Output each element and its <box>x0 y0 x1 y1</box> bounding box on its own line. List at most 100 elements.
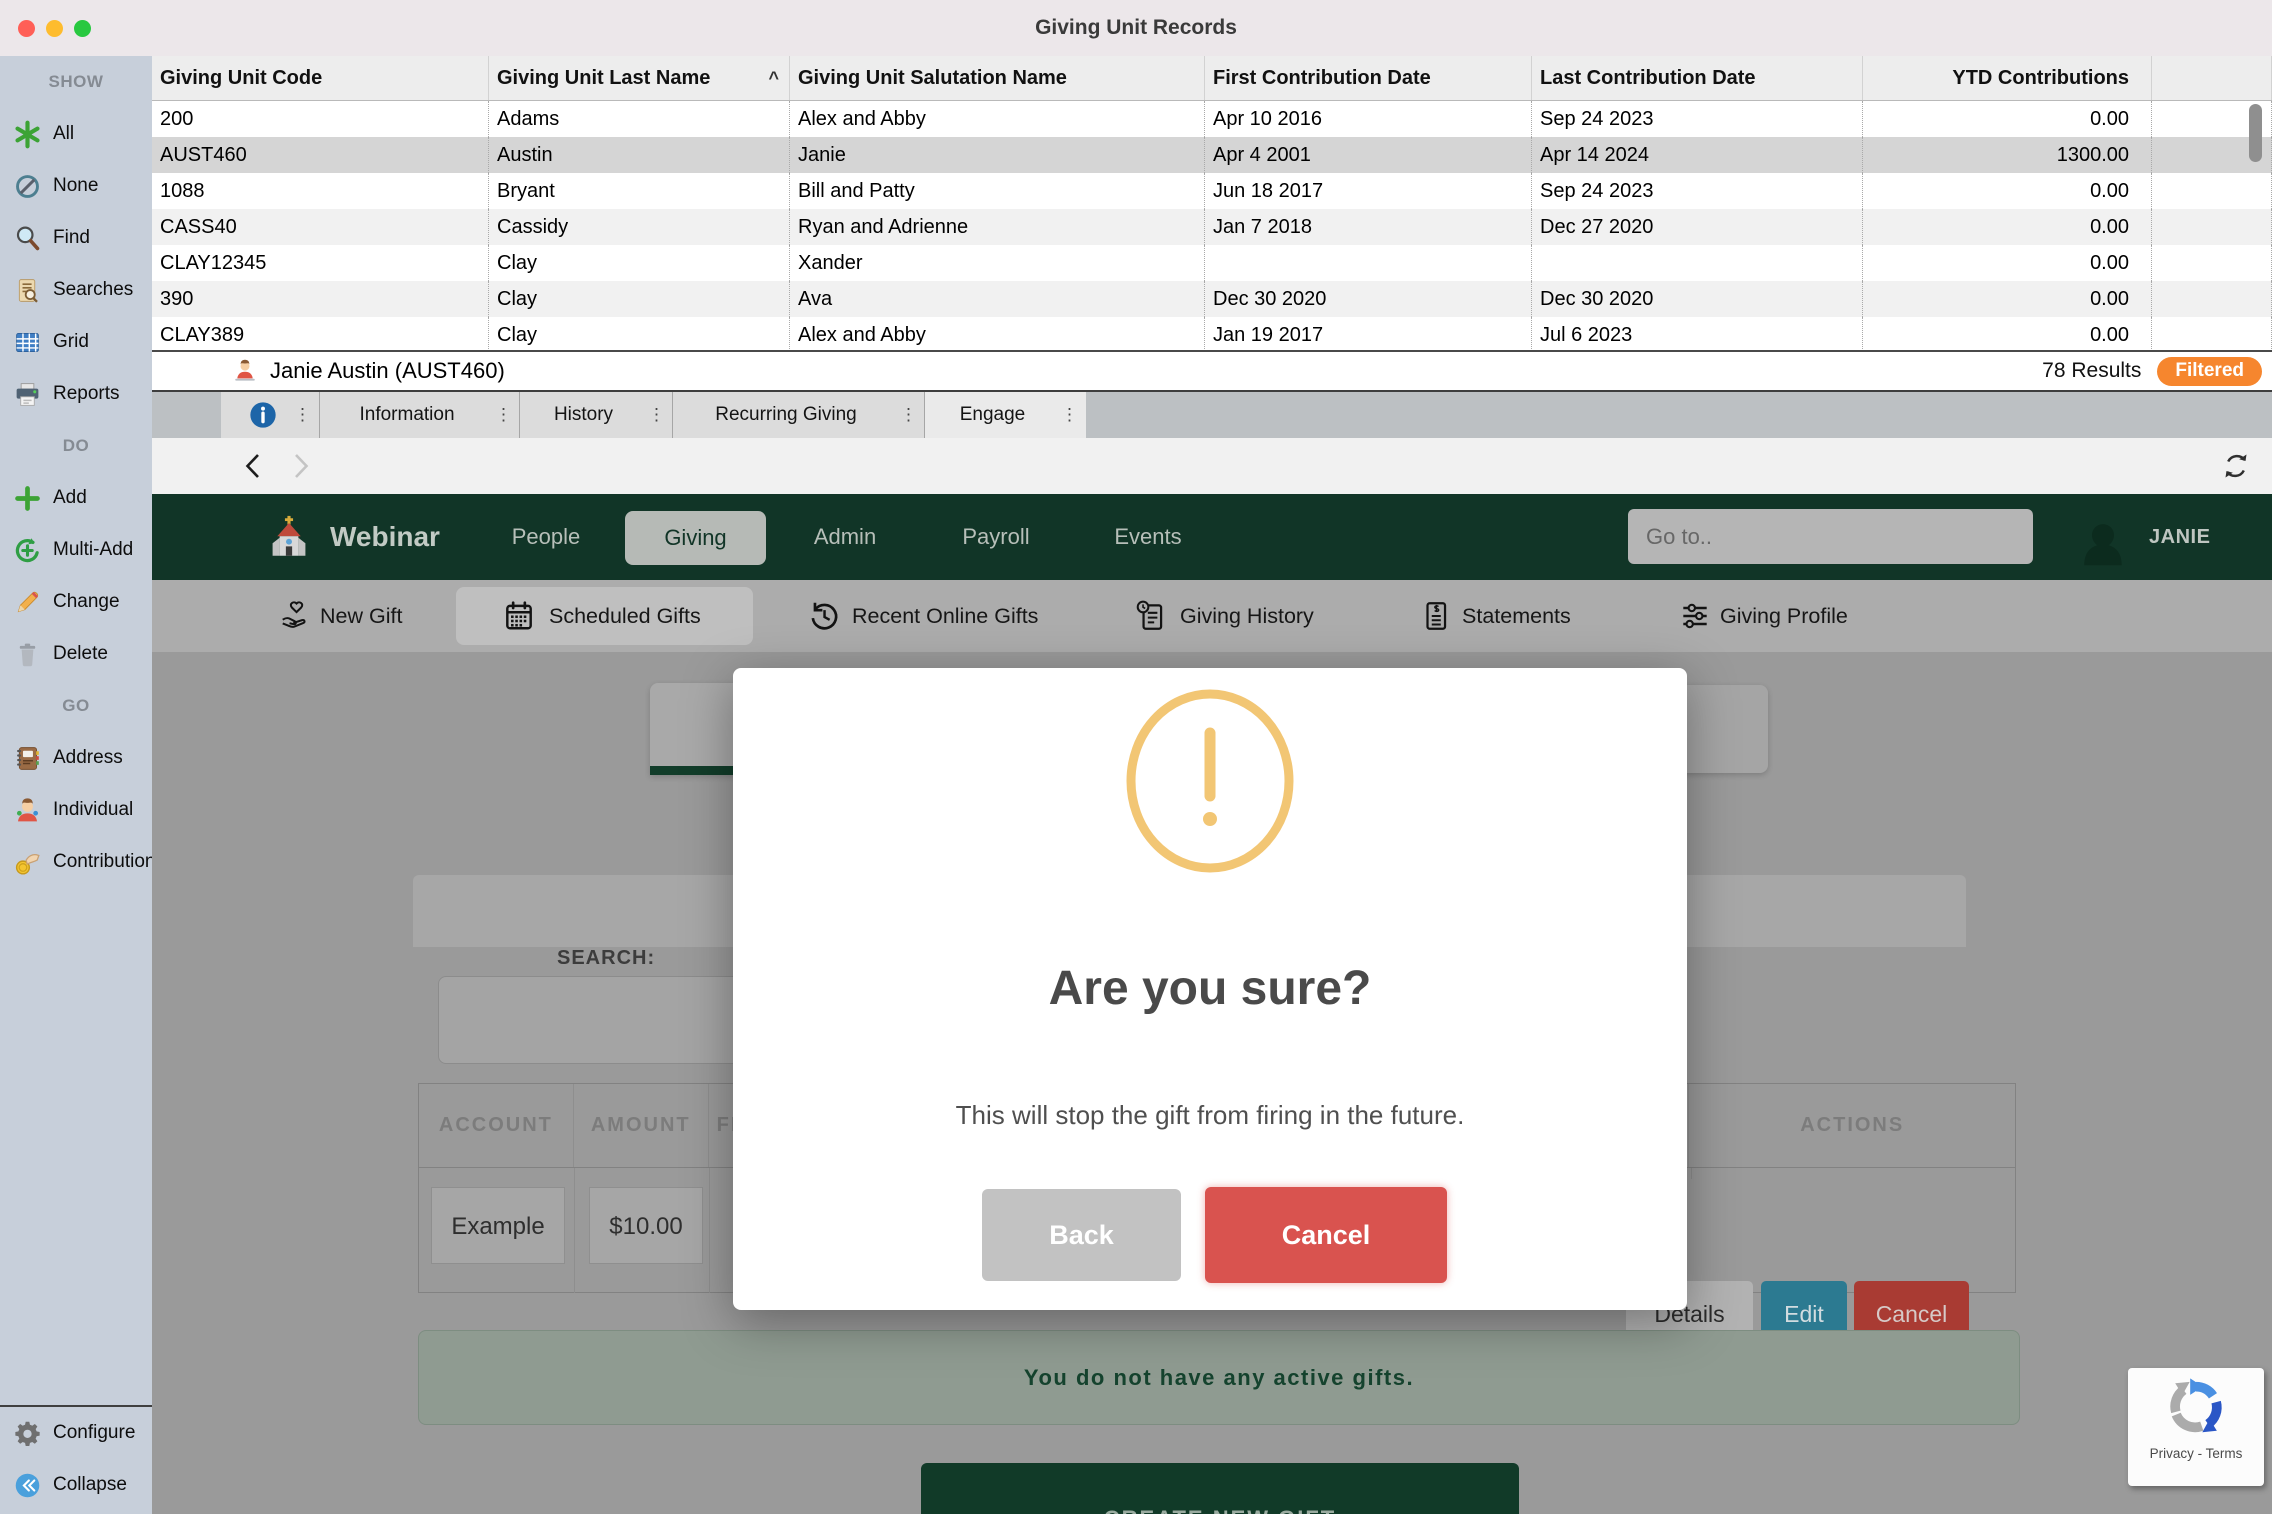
collapse-circle-icon <box>13 1471 42 1500</box>
history-clock-icon <box>807 599 841 633</box>
tab-menu-dots-icon[interactable]: ⋮ <box>294 392 311 438</box>
tab-recurring-giving[interactable]: Recurring Giving⋮ <box>672 392 925 438</box>
table-row[interactable]: CLAY389ClayAlex and AbbyJan 19 2017Jul 6… <box>152 317 2272 350</box>
sidebar-item-find[interactable]: Find <box>0 212 152 264</box>
tab-engage[interactable]: Engage⋮ <box>924 392 1086 438</box>
create-new-gift-button[interactable]: CREATE NEW GIFT <box>921 1463 1519 1514</box>
table-row[interactable]: AUST460AustinJanieApr 4 2001Apr 14 20241… <box>152 137 2272 173</box>
column-header-giving-unit-last-name[interactable]: Giving Unit Last Name^ <box>489 56 790 100</box>
sidebar-item-searches[interactable]: Searches <box>0 264 152 316</box>
sidebar-item-contributions[interactable]: Contributions <box>0 836 152 888</box>
recaptcha-icon <box>2165 1376 2227 1438</box>
filtered-badge[interactable]: Filtered <box>2157 357 2262 386</box>
coin-hand-icon <box>13 848 42 877</box>
table-cell: Jul 6 2023 <box>1532 317 1863 350</box>
sidebar-item-label: Find <box>53 227 90 249</box>
table-row[interactable]: CLAY12345ClayXander0.00 <box>152 245 2272 281</box>
modal-cancel-button[interactable]: Cancel <box>1205 1187 1447 1283</box>
sidebar-item-change[interactable]: Change <box>0 576 152 628</box>
records-table-header: Giving Unit CodeGiving Unit Last Name^Gi… <box>152 56 2272 101</box>
table-cell: Apr 4 2001 <box>1205 137 1532 173</box>
forward-arrow-icon[interactable] <box>284 449 316 483</box>
table-cell: Janie <box>790 137 1205 173</box>
sort-asc-icon: ^ <box>768 56 779 100</box>
sidebar-item-label: Contributions <box>53 851 165 873</box>
table-cell: CLAY12345 <box>152 245 489 281</box>
table-cell: Jan 7 2018 <box>1205 209 1532 245</box>
column-header-blank[interactable] <box>2152 56 2272 100</box>
magnifier-icon <box>13 224 42 253</box>
refresh-icon[interactable] <box>2220 450 2252 482</box>
table-cell: Xander <box>790 245 1205 281</box>
back-arrow-icon[interactable] <box>238 449 270 483</box>
modal-title: Are you sure? <box>733 961 1687 1016</box>
recaptcha-links[interactable]: Privacy - Terms <box>2128 1446 2264 1461</box>
goto-input[interactable] <box>1628 509 2033 564</box>
records-table-body: 200AdamsAlex and AbbyApr 10 2016Sep 24 2… <box>152 101 2272 350</box>
tab-label: Engage <box>925 392 1060 438</box>
sidebar-item-multi-add[interactable]: Multi-Add <box>0 524 152 576</box>
gear-icon <box>13 1419 42 1448</box>
column-header-giving-unit-salutation-name[interactable]: Giving Unit Salutation Name <box>790 56 1205 100</box>
table-cell: Bryant <box>489 173 790 209</box>
column-header-ytd-contributions[interactable]: YTD Contributions <box>1863 56 2152 100</box>
tab-info[interactable]: ⋮ <box>221 392 319 438</box>
tab-menu-dots-icon[interactable]: ⋮ <box>648 392 665 438</box>
column-header-first-contribution-date[interactable]: First Contribution Date <box>1205 56 1532 100</box>
tab-label: History <box>520 392 647 438</box>
user-avatar-icon[interactable] <box>2075 516 2131 576</box>
table-cell <box>2152 281 2272 317</box>
confirmation-modal: Are you sure? This will stop the gift fr… <box>733 668 1687 1310</box>
tab-information[interactable]: Information⋮ <box>319 392 520 438</box>
table-cell: AUST460 <box>152 137 489 173</box>
person-icon <box>13 796 42 825</box>
portal-nav-admin[interactable]: Admin <box>814 494 876 580</box>
portal-nav-people[interactable]: People <box>512 494 581 580</box>
table-cell: Clay <box>489 281 790 317</box>
sidebar: SHOWAllNoneFindSearchesGridReportsDOAddM… <box>0 56 152 1514</box>
record-title: Janie Austin (AUST460) <box>270 352 505 390</box>
sidebar-item-delete[interactable]: Delete <box>0 628 152 680</box>
actions-cell-border <box>1691 1179 1984 1283</box>
sidebar-item-grid[interactable]: Grid <box>0 316 152 368</box>
table-row[interactable]: CASS40CassidyRyan and AdrienneJan 7 2018… <box>152 209 2272 245</box>
sidebar-item-individual[interactable]: Individual <box>0 784 152 836</box>
sidebar-item-reports[interactable]: Reports <box>0 368 152 420</box>
modal-back-button[interactable]: Back <box>982 1189 1181 1281</box>
table-row[interactable]: 390ClayAvaDec 30 2020Dec 30 20200.00 <box>152 281 2272 317</box>
subnav-item-label: Giving History <box>1180 580 1314 652</box>
table-cell: 0.00 <box>1863 173 2152 209</box>
tab-menu-dots-icon[interactable]: ⋮ <box>1061 392 1078 438</box>
sidebar-item-add[interactable]: Add <box>0 472 152 524</box>
sidebar-item-label: Multi-Add <box>53 539 133 561</box>
table-cell: Bill and Patty <box>790 173 1205 209</box>
sidebar-item-all[interactable]: All <box>0 108 152 160</box>
recaptcha-badge[interactable]: Privacy - Terms <box>2128 1368 2264 1486</box>
table-cell: 1088 <box>152 173 489 209</box>
table-scrollbar[interactable] <box>2249 104 2262 162</box>
table-cell: 0.00 <box>1863 209 2152 245</box>
portal-nav-events[interactable]: Events <box>1114 494 1181 580</box>
table-cell: Dec 30 2020 <box>1205 281 1532 317</box>
sidebar-sections: SHOWAllNoneFindSearchesGridReportsDOAddM… <box>0 56 152 888</box>
table-cell: Jan 19 2017 <box>1205 317 1532 350</box>
sidebar-item-collapse[interactable]: Collapse <box>0 1459 152 1511</box>
sidebar-item-label: Delete <box>53 643 108 665</box>
table-cell: CLAY389 <box>152 317 489 350</box>
table-row[interactable]: 1088BryantBill and PattyJun 18 2017Sep 2… <box>152 173 2272 209</box>
tab-menu-dots-icon[interactable]: ⋮ <box>900 392 917 438</box>
portal-nav-giving[interactable]: Giving <box>625 511 766 565</box>
tab-history[interactable]: History⋮ <box>519 392 673 438</box>
table-cell: Clay <box>489 317 790 350</box>
column-header-last-contribution-date[interactable]: Last Contribution Date <box>1532 56 1863 100</box>
table-cell <box>1532 245 1863 281</box>
portal-nav-payroll[interactable]: Payroll <box>962 494 1029 580</box>
sidebar-item-none[interactable]: None <box>0 160 152 212</box>
sidebar-item-address[interactable]: Address <box>0 732 152 784</box>
sidebar-item-configure[interactable]: Configure <box>0 1407 152 1459</box>
tab-menu-dots-icon[interactable]: ⋮ <box>495 392 512 438</box>
portal-subnav: New GiftScheduled GiftsRecent Online Gif… <box>152 580 2272 652</box>
column-header-giving-unit-code[interactable]: Giving Unit Code <box>152 56 489 100</box>
tab-label: Information <box>320 392 494 438</box>
table-row[interactable]: 200AdamsAlex and AbbyApr 10 2016Sep 24 2… <box>152 101 2272 137</box>
